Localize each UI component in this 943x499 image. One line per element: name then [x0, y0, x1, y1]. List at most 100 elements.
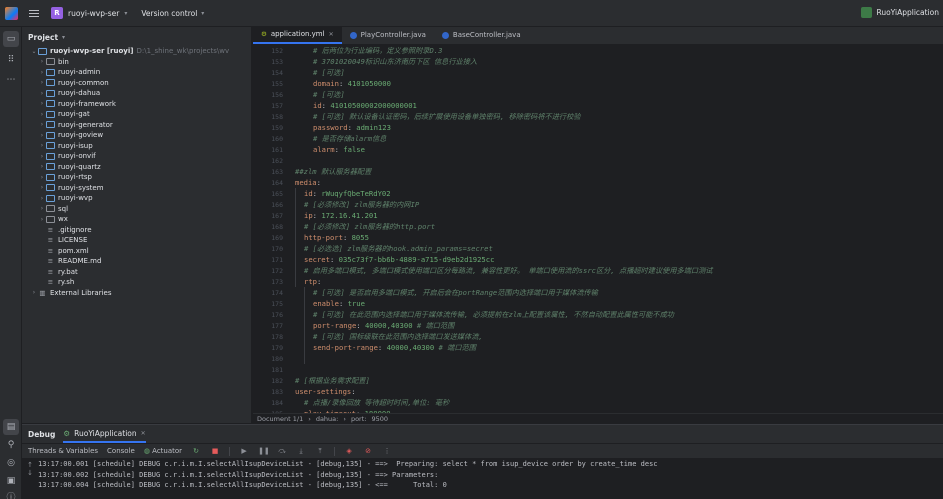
console-output[interactable]: 13:17:00.001 [schedule] DEBUG c.r.i.m.I.…	[38, 460, 658, 492]
version-control-menu[interactable]: Version control ▾	[141, 9, 204, 18]
tree-item-label: sql	[58, 204, 69, 213]
breadcrumb-document[interactable]: Document 1/1	[257, 415, 303, 423]
tree-item[interactable]: ≡ ry.bat	[22, 267, 252, 278]
code-line[interactable]: 168 # [必须修改] zlm服务器的http.port	[253, 221, 943, 232]
close-icon[interactable]: ✕	[141, 430, 146, 437]
code-token: # [必须修改] zlm服务器的内网IP	[304, 199, 420, 209]
tree-root[interactable]: ⌄ ruoyi-wvp-ser [ruoyi] D:\1_shine_wk\pr…	[22, 46, 252, 57]
threads-variables-tab[interactable]: Threads & Variables	[28, 447, 98, 455]
code-line[interactable]: 181	[253, 364, 943, 375]
tree-item[interactable]: ≡ LICENSE	[22, 235, 252, 246]
project-tool-icon[interactable]: ▭	[3, 31, 19, 47]
pause-icon[interactable]: ❚❚	[258, 446, 270, 456]
tree-item[interactable]: › ruoyi-quartz	[22, 162, 252, 173]
breadcrumb-port[interactable]: port:	[351, 415, 367, 423]
problems-tool-icon[interactable]: ⓘ	[3, 490, 19, 499]
tree-item[interactable]: › ruoyi-dahua	[22, 88, 252, 99]
code-line[interactable]: 178 # [可选] 国标级联在此范围内选择端口发送媒体流,	[253, 331, 943, 342]
code-line[interactable]: 174 # [可选] 是否启用多端口模式, 开启后会在portRange范围内选择…	[253, 287, 943, 298]
view-breakpoints-icon[interactable]: ◈	[344, 446, 354, 456]
main-menu-icon[interactable]	[29, 9, 39, 17]
tree-item[interactable]: › ruoyi-onvif	[22, 151, 252, 162]
code-line[interactable]: 182 # [根据业务需求配置]	[253, 375, 943, 386]
breadcrumb-dahua[interactable]: dahua:	[316, 415, 339, 423]
close-icon[interactable]: ✕	[329, 31, 334, 38]
code-line[interactable]: 162	[253, 155, 943, 166]
tree-item[interactable]: › ruoyi-common	[22, 78, 252, 89]
tree-item[interactable]: ≡ README.md	[22, 256, 252, 267]
tree-external-libraries[interactable]: › ▥ External Libraries	[22, 288, 252, 299]
tree-item[interactable]: › ruoyi-rtsp	[22, 172, 252, 183]
resume-icon[interactable]: ▶	[239, 446, 249, 456]
code-line[interactable]: 152 # 后两位为行业编码，定义参照附录D.3	[253, 45, 943, 56]
code-line[interactable]: 183 user-settings:	[253, 386, 943, 397]
tree-item[interactable]: › bin	[22, 57, 252, 68]
code-line[interactable]: 171 secret: 035c73f7-bb6b-4889-a715-d9eb2…	[253, 254, 943, 265]
step-over-icon[interactable]: ⤼	[277, 446, 287, 456]
rerun-icon[interactable]: ↻	[191, 446, 201, 456]
tree-item[interactable]: ≡ ry.sh	[22, 277, 252, 288]
debug-session-tab[interactable]: ⚙ RuoYiApplication ✕	[63, 425, 146, 443]
run-configuration-selector[interactable]: RuoYiApplication	[861, 7, 939, 18]
code-line[interactable]: 153 # 3701020049标识山东济南历下区 信息行业接入	[253, 56, 943, 67]
code-line[interactable]: 165 id: rWuqyfQbeTeRdY02	[253, 188, 943, 199]
code-line[interactable]: 179 send-port-range: 40000,40300 # 端口范围	[253, 342, 943, 353]
run-tool-icon[interactable]: ▤	[3, 419, 19, 435]
code-line[interactable]: 154 # [可选]	[253, 67, 943, 78]
step-out-icon[interactable]: ⤒	[315, 446, 325, 456]
code-editor[interactable]: 152 # 后两位为行业编码，定义参照附录D.3 153 # 3701020049标识…	[253, 45, 943, 413]
code-line[interactable]: 184 # 点播/录像回放 等待超时时间,单位: 毫秒	[253, 397, 943, 408]
scroll-down-icon[interactable]: ↓	[25, 469, 35, 477]
debug-tool-icon[interactable]: ⚲	[3, 437, 19, 453]
code-line[interactable]: 157 id: 41010500002000000001	[253, 100, 943, 111]
more-options-icon[interactable]: ⋮	[382, 446, 392, 456]
project-panel-header[interactable]: Project ▾	[22, 27, 251, 47]
actuator-tab[interactable]: ◍ Actuator	[144, 447, 182, 455]
tab-base-controller[interactable]: BaseController.java	[434, 26, 529, 44]
console-tab[interactable]: Console	[107, 447, 135, 455]
services-tool-icon[interactable]: ◎	[3, 455, 19, 471]
code-line[interactable]: 169 http-port: 8055	[253, 232, 943, 243]
tab-play-controller[interactable]: PlayController.java	[342, 26, 434, 44]
tree-item[interactable]: › ruoyi-goview	[22, 130, 252, 141]
tree-item[interactable]: › ruoyi-gat	[22, 109, 252, 120]
tab-application-yml[interactable]: ⚙ application.yml ✕	[253, 26, 342, 44]
mute-breakpoints-icon[interactable]: ⊘	[363, 446, 373, 456]
code-line[interactable]: 167 ip: 172.16.41.201	[253, 210, 943, 221]
code-line[interactable]: 173 rtp:	[253, 276, 943, 287]
code-line[interactable]: 158 # [可选] 默认设备认证密码，后续扩展使用设备单独密码, 移除密码将不进…	[253, 111, 943, 122]
tree-item[interactable]: › ruoyi-wvp	[22, 193, 252, 204]
code-line[interactable]: 170 # [必选选] zlm服务器的hook.admin_params=secr…	[253, 243, 943, 254]
code-text: # [必须修改] zlm服务器的内网IP	[304, 200, 419, 210]
code-line[interactable]: 166 # [必须修改] zlm服务器的内网IP	[253, 199, 943, 210]
stop-icon[interactable]: ■	[210, 446, 220, 456]
code-line[interactable]: 172 # 启用多端口模式, 多端口模式使用端口区分每路流, 兼容性更好。 单端口…	[253, 265, 943, 276]
tree-item[interactable]: ≡ pom.xml	[22, 246, 252, 257]
scroll-up-icon[interactable]: ↑	[25, 461, 35, 469]
tree-item[interactable]: › sql	[22, 204, 252, 215]
code-line[interactable]: 176 # [可选] 在此范围内选择端口用于媒体流传输, 必须提前在zlm上配置该…	[253, 309, 943, 320]
code-line[interactable]: 180	[253, 353, 943, 364]
project-switcher[interactable]: R ruoyi-wvp-ser ▾	[51, 7, 127, 19]
tree-item[interactable]: ≡ .gitignore	[22, 225, 252, 236]
more-tools-icon[interactable]: ⋯	[3, 72, 19, 88]
code-line[interactable]: 177 port-range: 40000,40300 # 端口范围	[253, 320, 943, 331]
code-line[interactable]: 164 media:	[253, 177, 943, 188]
terminal-tool-icon[interactable]: ▣	[3, 473, 19, 489]
code-line[interactable]: 160 # 是否存储alarm信息	[253, 133, 943, 144]
code-line[interactable]: 175 enable: true	[253, 298, 943, 309]
tree-item[interactable]: › ruoyi-generator	[22, 120, 252, 131]
tree-item[interactable]: › ruoyi-admin	[22, 67, 252, 78]
tree-item[interactable]: › wx	[22, 214, 252, 225]
tree-item[interactable]: › ruoyi-isup	[22, 141, 252, 152]
code-line[interactable]: 161 alarm: false	[253, 144, 943, 155]
code-line[interactable]: 156 # [可选]	[253, 89, 943, 100]
code-line[interactable]: 155 domain: 4101050000	[253, 78, 943, 89]
code-line[interactable]: 163 ##zlm 默认服务器配置	[253, 166, 943, 177]
debug-header: Debug ⚙ RuoYiApplication ✕	[22, 425, 943, 443]
tree-item[interactable]: › ruoyi-system	[22, 183, 252, 194]
code-line[interactable]: 159 password: admin123	[253, 122, 943, 133]
tree-item[interactable]: › ruoyi-framework	[22, 99, 252, 110]
step-into-icon[interactable]: ⤓	[296, 446, 306, 456]
structure-tool-icon[interactable]: ⠿	[3, 52, 19, 68]
